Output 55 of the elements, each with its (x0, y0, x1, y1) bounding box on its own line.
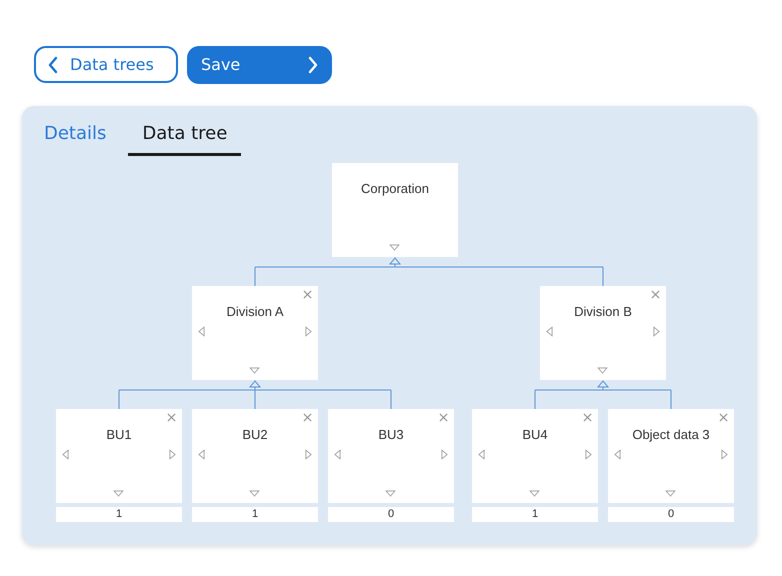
tree-node[interactable]: Corporation (332, 163, 458, 257)
tree-node[interactable]: BU2 (192, 409, 318, 503)
right-triangle-icon[interactable] (441, 449, 448, 460)
count-cell: 1 (56, 507, 182, 522)
left-triangle-icon[interactable] (478, 449, 485, 460)
down-triangle-icon[interactable] (249, 490, 260, 497)
node-label: Division A (226, 303, 284, 321)
down-triangle-icon[interactable] (113, 490, 124, 497)
left-triangle-icon[interactable] (62, 449, 69, 460)
left-triangle-icon[interactable] (546, 326, 553, 337)
tree-node[interactable]: Division A (192, 286, 318, 380)
right-triangle-icon[interactable] (585, 449, 592, 460)
save-button[interactable]: Save (187, 46, 332, 84)
left-triangle-icon[interactable] (198, 449, 205, 460)
tree-node[interactable]: Division B (540, 286, 666, 380)
tree-node[interactable]: BU1 (56, 409, 182, 503)
down-triangle-icon[interactable] (389, 244, 400, 251)
count-cell: 0 (328, 507, 454, 522)
node-label: BU3 (378, 426, 404, 444)
node-label: BU2 (242, 426, 268, 444)
down-triangle-icon[interactable] (385, 490, 396, 497)
count-cell: 1 (472, 507, 598, 522)
node-label: BU1 (106, 426, 132, 444)
close-icon[interactable] (439, 413, 448, 422)
chevron-left-icon (48, 56, 58, 74)
right-triangle-icon[interactable] (305, 449, 312, 460)
left-triangle-icon[interactable] (334, 449, 341, 460)
chevron-right-icon (308, 56, 318, 74)
count-cell: 1 (192, 507, 318, 522)
close-icon[interactable] (651, 290, 660, 299)
close-icon[interactable] (303, 290, 312, 299)
down-triangle-icon[interactable] (529, 490, 540, 497)
right-triangle-icon[interactable] (721, 449, 728, 460)
right-triangle-icon[interactable] (305, 326, 312, 337)
left-triangle-icon[interactable] (614, 449, 621, 460)
node-label: Object data 3 (632, 426, 710, 444)
down-triangle-icon[interactable] (597, 367, 608, 374)
node-label: BU4 (522, 426, 548, 444)
node-label: Division B (574, 303, 632, 321)
tree-node[interactable]: Object data 3 (608, 409, 734, 503)
tree-node[interactable]: BU4 (472, 409, 598, 503)
node-label: Corporation (361, 180, 429, 198)
right-triangle-icon[interactable] (169, 449, 176, 460)
down-triangle-icon[interactable] (665, 490, 676, 497)
back-button[interactable]: Data trees (34, 46, 178, 83)
left-triangle-icon[interactable] (198, 326, 205, 337)
close-icon[interactable] (167, 413, 176, 422)
tree-node[interactable]: BU3 (328, 409, 454, 503)
close-icon[interactable] (719, 413, 728, 422)
down-triangle-icon[interactable] (249, 367, 260, 374)
count-cell: 0 (608, 507, 734, 522)
close-icon[interactable] (583, 413, 592, 422)
right-triangle-icon[interactable] (653, 326, 660, 337)
close-icon[interactable] (303, 413, 312, 422)
tab[interactable]: Data tree (128, 120, 242, 156)
